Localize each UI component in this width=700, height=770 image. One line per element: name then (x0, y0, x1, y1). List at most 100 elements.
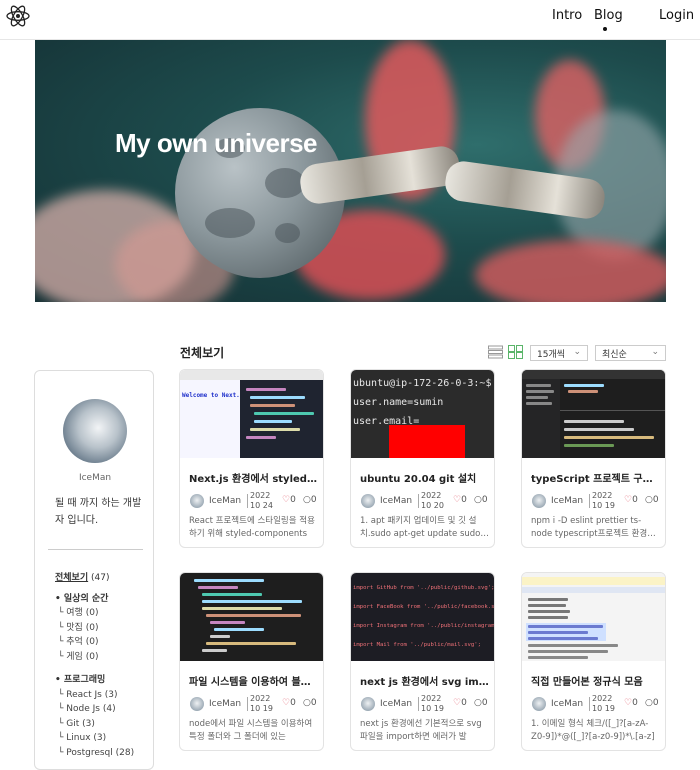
post-comments: ○0 (474, 698, 488, 708)
post-likes: ♡0 (624, 698, 638, 708)
post-meta: IceMan 2022 10 24 ♡0 ○0 (188, 491, 323, 512)
post-date: 2022 10 19 (421, 694, 444, 713)
post-excerpt: React 프로젝트에 스타일링을 적용하기 위해 styled-compone… (189, 516, 315, 539)
category-item[interactable]: └ 맛집 (0) (55, 621, 155, 636)
heart-icon: ♡ (453, 495, 462, 505)
post-likes: ♡0 (453, 495, 467, 505)
category-item[interactable]: └ Node Js (4) (55, 702, 155, 717)
post-thumbnail: Welcome to Next.js! (180, 370, 323, 458)
post-author: IceMan (209, 699, 242, 709)
post-author: IceMan (551, 699, 584, 709)
chevron-down-icon: ⌄ (573, 347, 581, 357)
post-likes: ♡0 (624, 495, 638, 505)
profile-sidebar: IceMan 될 때 까지 하는 개발자 입니다. 전체보기 (47) • 일상… (34, 370, 154, 770)
category-item[interactable]: └ 게임 (0) (55, 650, 155, 665)
category-group-title[interactable]: • 프로그래밍 (55, 673, 155, 688)
nav-login[interactable]: Login (659, 8, 694, 23)
category-list: 전체보기 (47) • 일상의 순간 └ 여행 (0) └ 맛집 (0) └ 추… (55, 571, 155, 760)
post-date: 2022 10 19 (592, 491, 615, 510)
per-page-select[interactable]: 15개씩 ⌄ (530, 345, 588, 361)
grid-view-icon[interactable] (508, 345, 523, 359)
post-author: IceMan (380, 496, 413, 506)
avatar (63, 399, 127, 463)
heart-icon: ♡ (453, 698, 462, 708)
sort-select[interactable]: 최신순 ⌄ (595, 345, 666, 361)
post-title[interactable]: typeScript 프로젝트 구축하기 (531, 470, 661, 485)
post-excerpt: next js 환경에선 기본적으로 svg 파일을 import하면 에러가 … (360, 719, 482, 742)
profile-name: IceMan (78, 473, 112, 483)
category-item[interactable]: └ Linux (3) (55, 731, 155, 746)
category-item[interactable]: └ React Js (3) (55, 688, 155, 703)
post-likes: ♡0 (453, 698, 467, 708)
nav-blog[interactable]: Blog (594, 8, 623, 23)
category-item[interactable]: └ 여행 (0) (55, 606, 155, 621)
post-card[interactable]: import GitHub from '../public/github.svg… (350, 572, 495, 751)
post-title[interactable]: 직접 만들어본 정규식 모음 (531, 673, 661, 688)
post-thumbnail (180, 573, 323, 661)
nav-intro[interactable]: Intro (552, 8, 582, 23)
post-likes: ♡0 (282, 698, 296, 708)
list-view-icon[interactable] (488, 345, 503, 359)
divider (48, 549, 143, 550)
author-avatar (361, 494, 375, 508)
post-date: 2022 10 19 (250, 694, 273, 713)
comment-icon: ○ (474, 495, 482, 505)
category-item[interactable]: └ Git (3) (55, 717, 155, 732)
post-title[interactable]: next js 환경에서 svg import 하기 (360, 673, 490, 688)
category-item[interactable]: └ Postgresql (28) (55, 746, 155, 761)
terminal-line: user.name=sumin (353, 397, 444, 408)
post-meta: IceMan 2022 10 19 ♡0 ○0 (530, 694, 665, 715)
post-title[interactable]: 파일 시스템을 이용하여 블로그 만들기 (189, 673, 319, 688)
category-group-title[interactable]: • 일상의 순간 (55, 592, 155, 607)
react-atom-icon[interactable] (5, 4, 31, 28)
post-meta: IceMan 2022 10 19 ♡0 ○0 (530, 491, 665, 512)
comment-icon: ○ (474, 698, 482, 708)
post-meta: IceMan 2022 10 19 ♡0 ○0 (359, 694, 494, 715)
post-title[interactable]: Next.js 환경에서 styled-components 사용하기 (189, 470, 319, 485)
post-author: IceMan (380, 699, 413, 709)
category-all-label: 전체보기 (55, 573, 89, 583)
per-page-value: 15개씩 (537, 350, 566, 360)
post-comments: ○0 (645, 698, 659, 708)
post-date: 2022 10 24 (250, 491, 273, 510)
comment-icon: ○ (645, 495, 653, 505)
author-avatar (190, 494, 204, 508)
heart-icon: ♡ (624, 495, 633, 505)
cloud (475, 240, 666, 302)
post-thumbnail: ubuntu@ip-172-26-0-3:~$ git config --lis… (351, 370, 494, 458)
list-title: 전체보기 (180, 346, 225, 360)
post-thumbnail (522, 370, 665, 458)
post-title[interactable]: ubuntu 20.04 git 설치 (360, 470, 490, 485)
post-excerpt: 1. 이메일 형식 체크/([_]?[a-zA-Z0-9])*@([_]?[a-… (531, 719, 655, 742)
comment-icon: ○ (645, 698, 653, 708)
author-avatar (190, 697, 204, 711)
post-excerpt: npm i -D eslint prettier ts-node typescr… (531, 516, 656, 539)
post-author: IceMan (551, 496, 584, 506)
code-line: import FaceBook from '../public/facebook… (353, 604, 495, 610)
post-likes: ♡0 (282, 495, 296, 505)
top-nav-bar: Intro Blog Login (0, 0, 700, 40)
comment-icon: ○ (303, 495, 311, 505)
post-card[interactable]: 파일 시스템을 이용하여 블로그 만들기 IceMan 2022 10 19 ♡… (179, 572, 324, 751)
post-excerpt: 1. apt 패키지 업데이트 및 깃 설치.sudo apt-get upda… (360, 516, 481, 539)
post-author: IceMan (209, 496, 242, 506)
post-meta: IceMan 2022 10 19 ♡0 ○0 (188, 694, 323, 715)
post-card[interactable]: 직접 만들어본 정규식 모음 IceMan 2022 10 19 ♡0 ○0 1… (521, 572, 666, 751)
post-card[interactable]: typeScript 프로젝트 구축하기 IceMan 2022 10 19 ♡… (521, 369, 666, 548)
heart-icon: ♡ (282, 495, 291, 505)
post-comments: ○0 (474, 495, 488, 505)
author-avatar (361, 697, 375, 711)
post-meta: IceMan 2022 10 20 ♡0 ○0 (359, 491, 494, 512)
hero-title: My own universe (115, 128, 318, 158)
heart-icon: ♡ (624, 698, 633, 708)
terminal-line: ubuntu@ip-172-26-0-3:~$ git config --lis… (353, 378, 494, 389)
post-card[interactable]: ubuntu@ip-172-26-0-3:~$ git config --lis… (350, 369, 495, 548)
post-card[interactable]: Welcome to Next.js! Next.js 환경에서 styled-… (179, 369, 324, 548)
category-item[interactable]: └ 추억 (0) (55, 635, 155, 650)
category-all-count: (47) (91, 573, 110, 583)
author-avatar (532, 494, 546, 508)
heart-icon: ♡ (282, 698, 291, 708)
profile-bio: 될 때 까지 하는 개발자 입니다. (55, 498, 142, 526)
post-thumbnail: import GitHub from '../public/github.svg… (351, 573, 495, 661)
category-all[interactable]: 전체보기 (47) (55, 571, 155, 586)
